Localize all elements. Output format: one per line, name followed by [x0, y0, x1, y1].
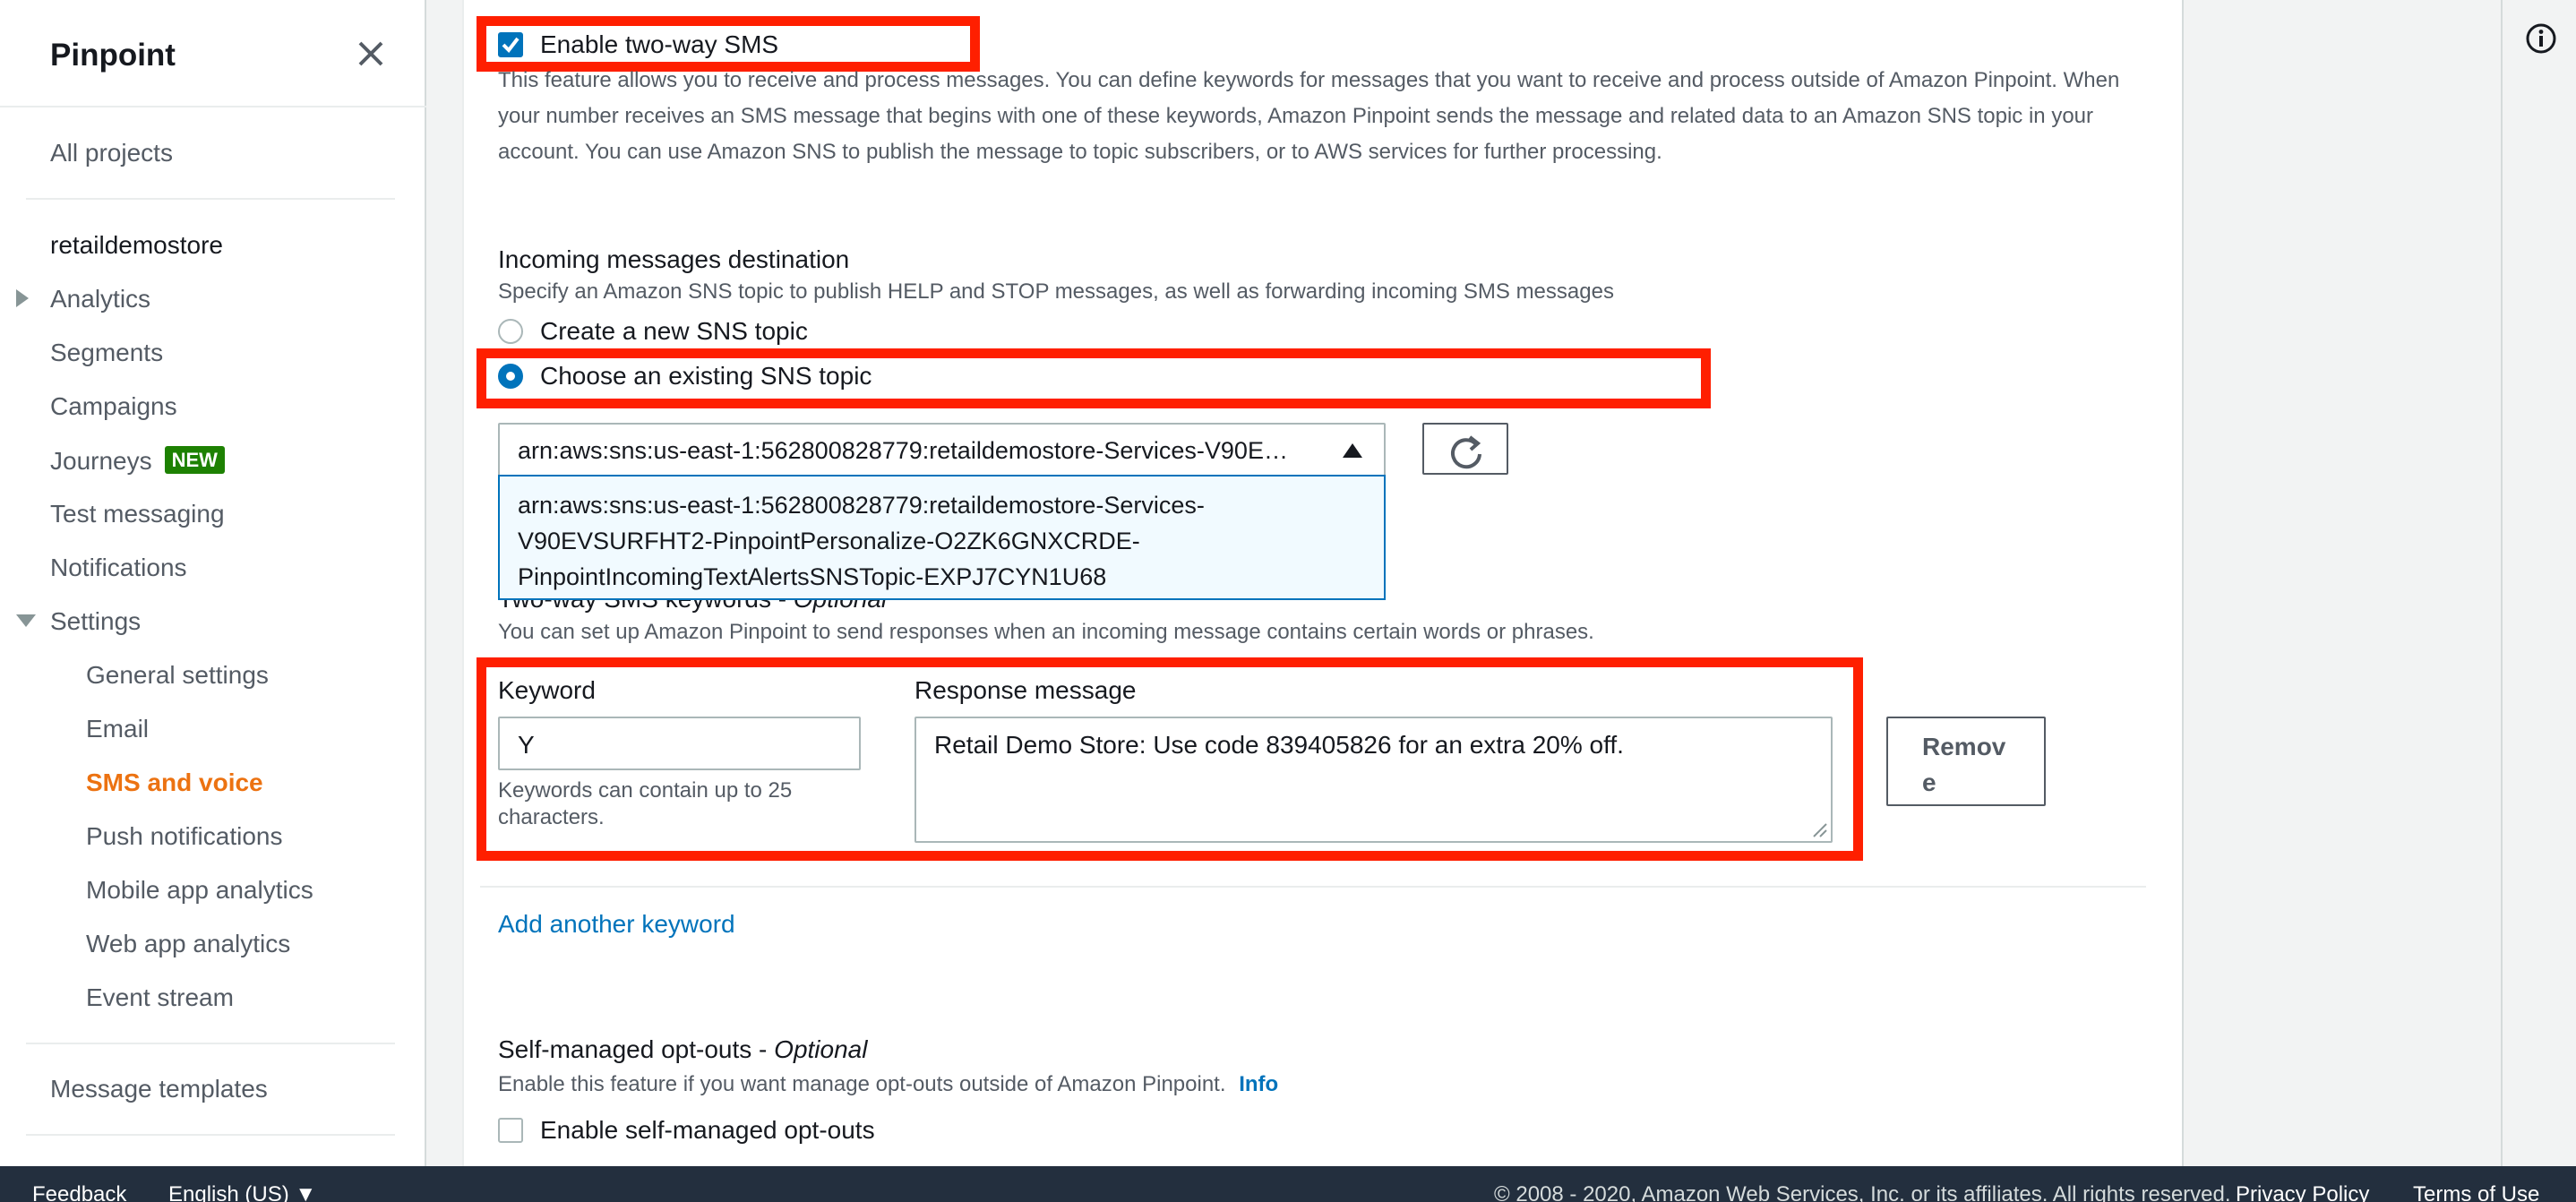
sidebar-item-all-projects[interactable]: All projects: [50, 139, 173, 167]
privacy-policy-link[interactable]: Privacy Policy: [2236, 1182, 2369, 1202]
sidebar-item-event-stream[interactable]: Event stream: [86, 983, 234, 1012]
sidebar-divider: [26, 1043, 395, 1044]
caret-up-icon: [1343, 443, 1362, 458]
two-way-sms-checkbox[interactable]: [498, 32, 523, 57]
refresh-icon: [1451, 435, 1481, 469]
dropdown-caret-icon: ▼: [295, 1182, 317, 1202]
remove-button-label: Remove: [1922, 733, 2006, 796]
sidebar-item-segments[interactable]: Segments: [50, 339, 163, 367]
sns-topic-option[interactable]: arn:aws:sns:us-east-1:562800828779:retai…: [518, 487, 1360, 595]
resize-handle-icon[interactable]: [1811, 821, 1827, 837]
checkmark-icon: [502, 37, 519, 54]
sidebar-item-journeys[interactable]: Journeys NEW: [50, 446, 225, 476]
sidebar-item-settings[interactable]: Settings: [50, 607, 141, 636]
sidebar-item-analytics[interactable]: Analytics: [50, 285, 150, 313]
sidebar-item-campaigns[interactable]: Campaigns: [50, 392, 177, 421]
sidebar: Pinpoint All projects retaildemostore An…: [0, 0, 426, 1166]
sidebar-item-message-templates[interactable]: Message templates: [50, 1075, 268, 1103]
language-select[interactable]: English (US) ▼: [168, 1182, 316, 1202]
sidebar-project-name[interactable]: retaildemostore: [50, 231, 223, 260]
keyword-input[interactable]: Y: [498, 717, 861, 770]
sidebar-item-label: Journeys: [50, 447, 152, 475]
sidebar-divider: [0, 106, 426, 107]
sns-topic-dropdown[interactable]: arn:aws:sns:us-east-1:562800828779:retai…: [498, 475, 1386, 600]
add-keyword-link[interactable]: Add another keyword: [498, 910, 735, 939]
language-label: English (US): [168, 1182, 289, 1202]
response-message-textarea[interactable]: Retail Demo Store: Use code 839405826 fo…: [914, 717, 1833, 843]
sidebar-item-push-notifications[interactable]: Push notifications: [86, 822, 282, 851]
sns-topic-select[interactable]: arn:aws:sns:us-east-1:562800828779:retai…: [498, 423, 1386, 477]
refresh-button[interactable]: [1422, 423, 1508, 475]
info-icon[interactable]: [2524, 21, 2558, 56]
create-new-topic-label: Create a new SNS topic: [540, 317, 808, 345]
response-message-value: Retail Demo Store: Use code 839405826 fo…: [934, 731, 1624, 759]
panel-divider: [2501, 0, 2503, 1166]
expand-caret-icon[interactable]: [16, 289, 29, 307]
info-link[interactable]: Info: [1239, 1072, 1278, 1096]
create-new-topic-radio[interactable]: [498, 319, 523, 344]
sidebar-item-mobile-app-analytics[interactable]: Mobile app analytics: [86, 876, 313, 905]
close-icon[interactable]: [353, 36, 389, 72]
response-message-label: Response message: [914, 676, 1137, 704]
sidebar-item-web-app-analytics[interactable]: Web app analytics: [86, 930, 290, 958]
terms-of-use-link[interactable]: Terms of Use: [2413, 1182, 2539, 1202]
sidebar-divider: [26, 1134, 395, 1136]
opt-outs-description-row: Enable this feature if you want manage o…: [498, 1072, 1278, 1097]
opt-outs-description: Enable this feature if you want manage o…: [498, 1072, 1226, 1096]
footer: Feedback English (US) ▼ © 2008 - 2020, A…: [0, 1166, 2576, 1202]
keywords-description: You can set up Amazon Pinpoint to send r…: [498, 620, 1594, 644]
self-managed-opt-outs-checkbox[interactable]: [498, 1118, 523, 1143]
sidebar-divider: [26, 198, 395, 200]
new-badge: NEW: [164, 446, 225, 474]
sidebar-item-general-settings[interactable]: General settings: [86, 661, 269, 690]
remove-keyword-button[interactable]: Remove: [1886, 717, 2046, 806]
keyword-input-value: Y: [518, 731, 535, 759]
self-managed-opt-outs-label: Enable self-managed opt-outs: [540, 1116, 875, 1144]
choose-existing-topic-label: Choose an existing SNS topic: [540, 362, 872, 390]
sidebar-item-sms-and-voice[interactable]: SMS and voice: [86, 768, 263, 797]
choose-existing-topic-radio[interactable]: [498, 364, 523, 389]
sidebar-item-email[interactable]: Email: [86, 715, 149, 743]
sidebar-item-test-messaging[interactable]: Test messaging: [50, 500, 225, 528]
two-way-sms-label: Enable two-way SMS: [540, 30, 779, 58]
collapse-caret-icon[interactable]: [16, 614, 36, 627]
opt-outs-heading-text: Self-managed opt-outs -: [498, 1035, 775, 1063]
keyword-hint: Keywords can contain up to 25 characters…: [498, 778, 793, 829]
copyright: © 2008 - 2020, Amazon Web Services, Inc.…: [1494, 1182, 2231, 1202]
sns-topic-select-value: arn:aws:sns:us-east-1:562800828779:retai…: [518, 437, 1288, 464]
section-divider: [480, 886, 2146, 888]
destination-heading: Incoming messages destination: [498, 245, 850, 273]
destination-description: Specify an Amazon SNS topic to publish H…: [498, 279, 1614, 304]
sidebar-item-notifications[interactable]: Notifications: [50, 554, 187, 582]
keyword-label: Keyword: [498, 676, 596, 704]
feedback-button[interactable]: Feedback: [32, 1182, 126, 1202]
sidebar-title: Pinpoint: [50, 38, 176, 73]
two-way-sms-description: This feature allows you to receive and p…: [498, 68, 2120, 164]
opt-outs-optional: Optional: [774, 1035, 868, 1063]
opt-outs-heading: Self-managed opt-outs - Optional: [498, 1035, 867, 1064]
